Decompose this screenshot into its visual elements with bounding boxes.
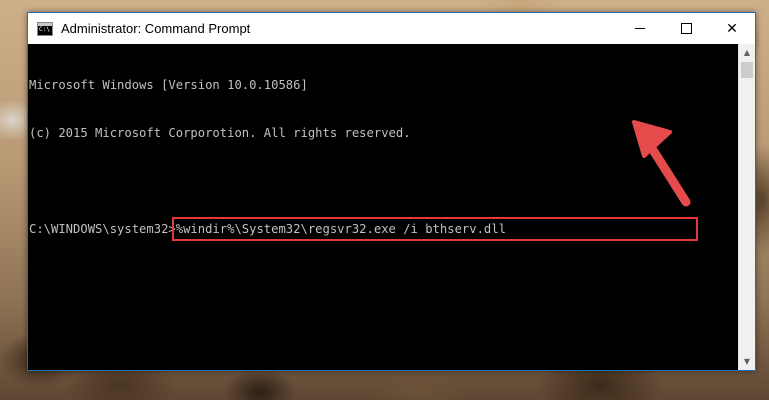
minimize-icon (635, 28, 645, 29)
maximize-button[interactable] (663, 13, 709, 44)
cmd-app-icon[interactable] (37, 21, 53, 36)
window-title: Administrator: Command Prompt (61, 21, 251, 36)
scroll-up-icon: ▲ (743, 48, 751, 57)
console-line-version: Microsoft Windows [Version 10.0.10586] (29, 78, 308, 92)
pointer-arrow-icon (632, 120, 691, 207)
minimize-button[interactable] (617, 13, 663, 44)
highlighted-command[interactable]: %windir%\System32\regsvr32.exe /i bthser… (171, 217, 698, 241)
scroll-thumb[interactable] (741, 62, 753, 78)
scroll-down-icon: ▼ (743, 357, 751, 366)
console-command-line[interactable]: C:\WINDOWS\system32>%windir%\System32\re… (29, 217, 738, 241)
console-prompt: C:\WINDOWS\system32> (29, 222, 176, 236)
maximize-icon (680, 23, 692, 34)
close-icon: ✕ (726, 20, 738, 37)
close-button[interactable]: ✕ (709, 13, 755, 44)
scroll-up-button[interactable]: ▲ (739, 44, 755, 61)
vertical-scrollbar[interactable]: ▲ ▼ (738, 44, 755, 370)
window-controls: ✕ (617, 13, 755, 44)
title-bar[interactable]: Administrator: Command Prompt ✕ (28, 13, 755, 44)
scroll-down-button[interactable]: ▼ (739, 353, 755, 370)
console-command: %windir%\System32\regsvr32.exe /i bthser… (175, 222, 506, 236)
